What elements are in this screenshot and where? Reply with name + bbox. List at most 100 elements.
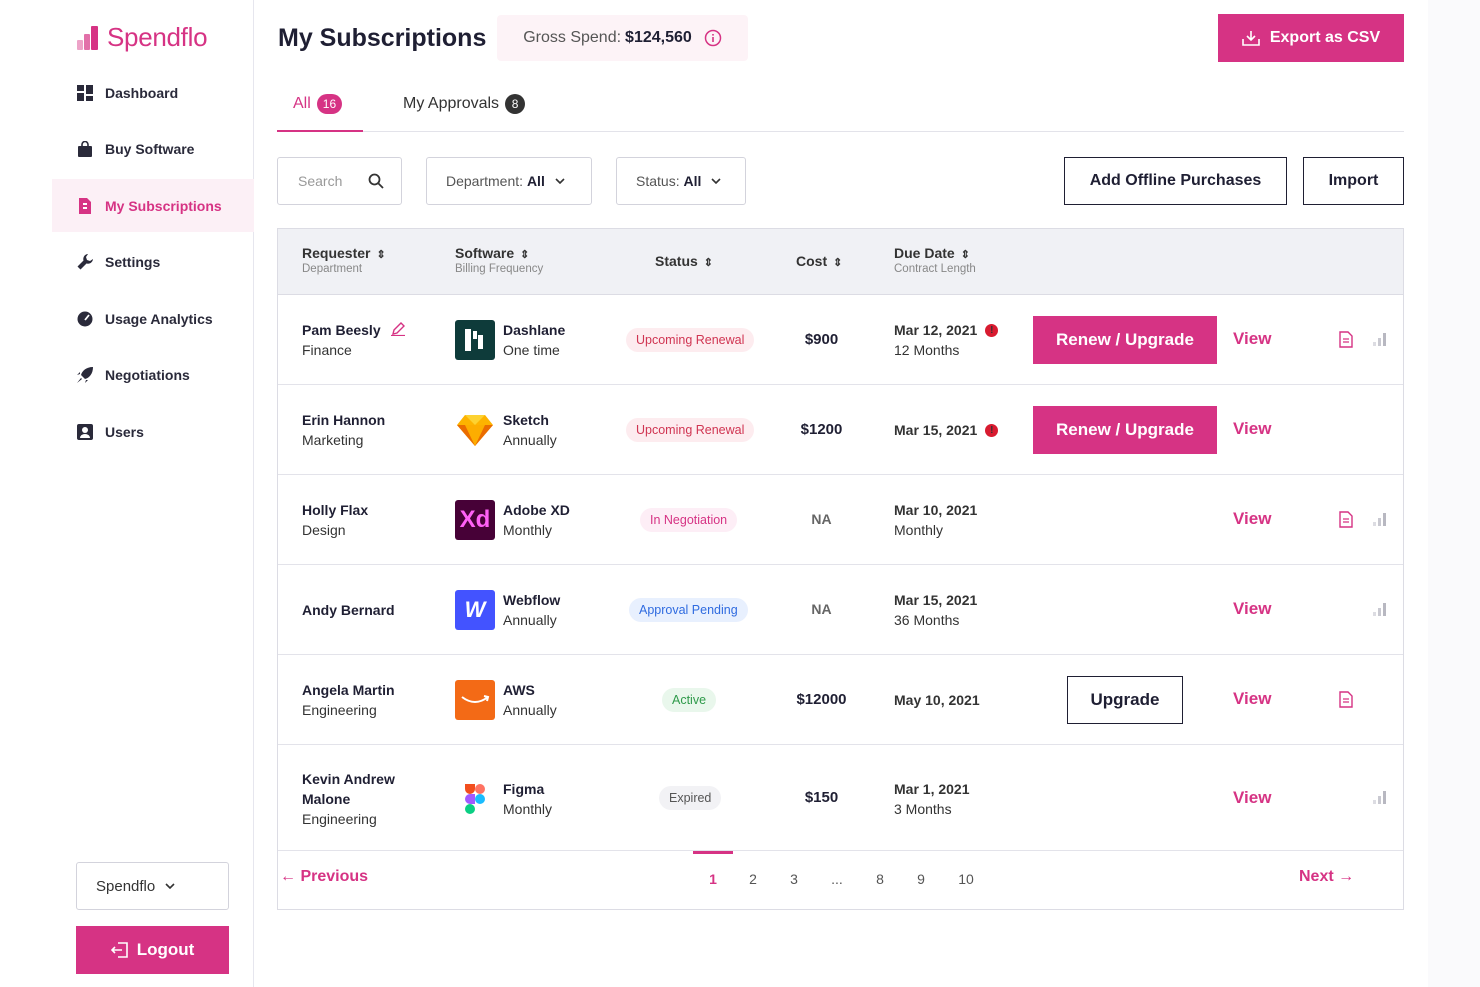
- sidebar-item-label: My Subscriptions: [105, 197, 222, 214]
- cost-value: NA: [811, 511, 832, 527]
- software-name: Adobe XD: [503, 502, 570, 518]
- cost-value: $12000: [796, 691, 847, 708]
- gauge-icon: [77, 311, 93, 326]
- export-csv-button[interactable]: Export as CSV: [1218, 14, 1404, 62]
- software-cell: W Webflow Annually: [455, 590, 560, 630]
- due-date-cell: Mar 12, 2021! 12 Months: [894, 320, 999, 360]
- table-row[interactable]: Andy Bernard W Webflow Annually Approval …: [278, 565, 1403, 655]
- view-link[interactable]: View: [1233, 788, 1271, 808]
- table-row[interactable]: Pam Beesly Finance Dashlane One time Upco…: [278, 295, 1403, 385]
- gross-spend-summary: Gross Spend: $124,560: [497, 15, 748, 61]
- table-row[interactable]: Kevin Andrew Malone Engineering Figma Mon…: [278, 745, 1403, 851]
- page-2[interactable]: 2: [743, 871, 763, 887]
- column-subtitle: Department: [302, 263, 363, 275]
- sidebar-item-label: Negotiations: [105, 367, 190, 383]
- table-row[interactable]: Angela Martin Engineering AWS Annually Ac…: [278, 655, 1403, 745]
- status-filter-value: All: [683, 173, 702, 189]
- contract-length: Monthly: [894, 522, 944, 538]
- chevron-down-icon: [555, 178, 565, 184]
- current-page-indicator: [693, 851, 733, 854]
- column-header-software[interactable]: Software ⇕ Billing Frequency: [455, 245, 543, 275]
- renew-upgrade-button[interactable]: Renew / Upgrade: [1033, 316, 1217, 364]
- document-icon[interactable]: [1339, 691, 1353, 708]
- view-link[interactable]: View: [1233, 329, 1271, 349]
- tab-all[interactable]: All 16: [293, 94, 343, 114]
- subscriptions-table: Requester ⇕ Department Software ⇕ Billing …: [277, 228, 1404, 910]
- previous-page-button[interactable]: ← Previous: [280, 868, 368, 886]
- software-info: Figma Monthly: [503, 779, 552, 819]
- software-name: Webflow: [503, 592, 561, 608]
- aws-logo-icon: [455, 680, 495, 720]
- column-header-requester[interactable]: Requester ⇕ Department: [302, 245, 386, 275]
- page-3[interactable]: 3: [784, 871, 804, 887]
- requester-department: Engineering: [302, 811, 377, 827]
- tab-label: All: [293, 95, 311, 112]
- table-row[interactable]: Holly Flax Design Xd Adobe XD Monthly In …: [278, 475, 1403, 565]
- column-header-cost[interactable]: Cost ⇕: [796, 253, 842, 269]
- page-10[interactable]: 10: [956, 871, 976, 887]
- status-filter[interactable]: Status: All: [616, 157, 746, 205]
- search-icon: [368, 173, 384, 189]
- page-9[interactable]: 9: [911, 871, 931, 887]
- tab-my-approvals[interactable]: My Approvals 8: [403, 94, 526, 114]
- view-link[interactable]: View: [1233, 509, 1271, 529]
- requester-cell: Angela Martin Engineering: [302, 680, 395, 720]
- software-info: Sketch Annually: [503, 410, 557, 450]
- requester-department: Design: [302, 522, 346, 538]
- column-header-due-date[interactable]: Due Date ⇕ Contract Length: [894, 245, 976, 275]
- requester-name: Pam Beesly: [302, 320, 405, 340]
- export-csv-label: Export as CSV: [1269, 29, 1381, 46]
- sidebar-item-settings[interactable]: Settings: [52, 236, 254, 289]
- usage-bars-icon[interactable]: [1373, 332, 1387, 346]
- chevron-down-icon: [711, 178, 721, 184]
- sort-icon: ⇕: [376, 249, 386, 261]
- table-row[interactable]: Erin Hannon Marketing Sketch Annually Upc…: [278, 385, 1403, 475]
- document-icon[interactable]: [1339, 511, 1353, 528]
- view-link[interactable]: View: [1233, 419, 1271, 439]
- info-icon[interactable]: [704, 29, 722, 47]
- logout-button[interactable]: Logout: [76, 926, 229, 974]
- add-offline-purchases-button[interactable]: Add Offline Purchases: [1064, 157, 1287, 205]
- usage-bars-icon[interactable]: [1373, 790, 1387, 804]
- sidebar: Spendflo Dashboard Buy Software My Subsc…: [0, 0, 254, 987]
- download-icon: [1242, 31, 1260, 46]
- renew-upgrade-button[interactable]: Renew / Upgrade: [1033, 406, 1217, 454]
- page-title: My Subscriptions: [278, 24, 487, 52]
- column-header-status[interactable]: Status ⇕: [655, 253, 713, 269]
- page-8[interactable]: 8: [870, 871, 890, 887]
- document-icon[interactable]: [1339, 331, 1353, 348]
- webflow-logo-icon: W: [455, 590, 495, 630]
- view-link[interactable]: View: [1233, 599, 1271, 619]
- department-filter-value: All: [526, 173, 545, 189]
- software-cell: Figma Monthly: [455, 779, 552, 819]
- upgrade-button[interactable]: Upgrade: [1067, 676, 1183, 724]
- sort-icon: ⇕: [520, 249, 530, 261]
- tab-bar: All 16 My Approvals 8: [277, 82, 1404, 132]
- due-date-cell: May 10, 2021: [894, 690, 980, 710]
- brand-logo[interactable]: Spendflo: [77, 22, 208, 53]
- view-link[interactable]: View: [1233, 689, 1271, 709]
- sidebar-item-label: Buy Software: [105, 141, 195, 157]
- department-filter[interactable]: Department: All: [426, 157, 592, 205]
- sidebar-item-users[interactable]: Users: [52, 405, 254, 458]
- billing-frequency: Monthly: [503, 801, 553, 817]
- alert-icon: !: [985, 323, 999, 337]
- requester-name-line2: Malone: [302, 791, 351, 807]
- next-page-button[interactable]: Next →: [1299, 868, 1354, 886]
- column-title: Software: [455, 245, 515, 261]
- import-button[interactable]: Import: [1303, 157, 1404, 205]
- sidebar-item-dashboard[interactable]: Dashboard: [52, 66, 254, 119]
- sidebar-item-usage-analytics[interactable]: Usage Analytics: [52, 292, 254, 345]
- page-1[interactable]: 1: [703, 871, 723, 887]
- sort-icon: ⇕: [960, 249, 970, 261]
- sidebar-item-buy-software[interactable]: Buy Software: [52, 123, 254, 176]
- usage-bars-icon[interactable]: [1373, 602, 1387, 616]
- organization-select[interactable]: Spendflo: [76, 862, 229, 910]
- edit-pencil-icon[interactable]: [390, 322, 405, 337]
- sidebar-item-negotiations[interactable]: Negotiations: [52, 349, 254, 402]
- tab-count-badge: 16: [316, 94, 343, 114]
- search-input[interactable]: Search: [277, 157, 402, 205]
- usage-bars-icon[interactable]: [1373, 512, 1387, 526]
- next-label: Next: [1299, 868, 1334, 885]
- sidebar-item-my-subscriptions[interactable]: My Subscriptions: [52, 179, 254, 232]
